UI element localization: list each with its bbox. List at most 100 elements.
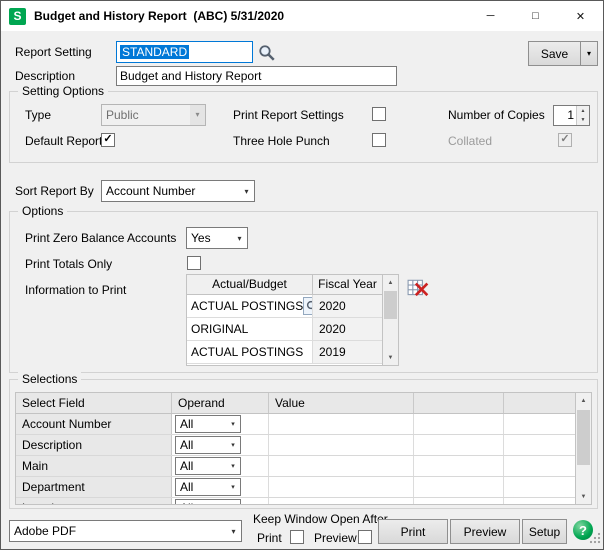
select-field-cell[interactable]: Main — [16, 456, 172, 476]
options-title: Options — [18, 204, 67, 219]
grid-header-row: Actual/Budget Fiscal Year — [187, 275, 382, 295]
extra-cell[interactable] — [504, 435, 575, 455]
column-header[interactable]: Operand — [172, 393, 269, 413]
operand-select[interactable]: All ▾ — [175, 457, 241, 475]
print-button[interactable]: Print — [378, 519, 448, 544]
report-setting-input[interactable]: STANDARD — [116, 41, 253, 63]
maximize-button[interactable]: □ — [513, 1, 558, 31]
number-of-copies-stepper[interactable]: 1 ▲ ▼ — [553, 105, 590, 126]
extra-cell[interactable] — [414, 456, 504, 476]
scroll-down-icon[interactable]: ▼ — [383, 350, 398, 365]
operand-select[interactable]: All ▾ — [175, 436, 241, 454]
extra-cell[interactable] — [504, 498, 575, 504]
extra-cell[interactable] — [414, 498, 504, 504]
table-row[interactable]: Main All ▾ — [16, 456, 575, 477]
select-field-cell[interactable]: Description — [16, 435, 172, 455]
selections-scrollbar[interactable]: ▲ ▼ — [575, 393, 591, 504]
scroll-up-icon[interactable]: ▲ — [383, 275, 398, 290]
save-dropdown-button[interactable]: ▾ — [580, 41, 598, 66]
operand-select[interactable]: All ▾ — [175, 478, 241, 496]
select-field-cell[interactable]: Account Number — [16, 414, 172, 434]
table-row[interactable]: Description All ▾ — [16, 435, 575, 456]
scrollbar-thumb[interactable] — [384, 291, 397, 319]
operand-value: All — [176, 501, 226, 504]
report-setting-label: Report Setting — [15, 45, 92, 60]
minimize-button[interactable]: ─ — [468, 1, 513, 31]
select-field-cell[interactable]: Location — [16, 498, 172, 504]
collated-checkbox: ✓ — [558, 133, 572, 147]
table-row[interactable]: ORIGINAL 2020 — [187, 318, 382, 341]
grid-scrollbar[interactable]: ▲ ▼ — [382, 275, 398, 365]
value-cell[interactable] — [269, 414, 414, 434]
check-icon: ✓ — [103, 134, 112, 145]
resize-grip[interactable] — [589, 532, 601, 547]
description-input[interactable]: Budget and History Report — [116, 66, 397, 86]
operand-select[interactable]: All ▾ — [175, 499, 241, 504]
setup-button[interactable]: Setup — [522, 519, 567, 544]
setting-options-group: Setting Options — [9, 91, 598, 163]
print-zero-balance-select[interactable]: Yes ▾ — [186, 227, 248, 249]
value-cell[interactable] — [269, 498, 414, 504]
fiscal-year-cell[interactable]: 2019 — [313, 341, 382, 363]
actual-budget-cell[interactable]: ORIGINAL — [191, 322, 248, 336]
operand-select[interactable]: All ▾ — [175, 415, 241, 433]
column-header[interactable]: Actual/Budget — [187, 275, 313, 294]
fiscal-year-cell[interactable]: 2020 — [313, 295, 382, 317]
cell-lookup-button[interactable] — [303, 297, 313, 315]
table-row[interactable]: ACTUAL POSTINGS 2020 — [187, 295, 382, 318]
close-button[interactable]: ✕ — [558, 1, 603, 31]
extra-cell[interactable] — [414, 435, 504, 455]
window-title: Budget and History Report (ABC) 5/31/202… — [34, 9, 284, 23]
table-row[interactable]: ACTUAL POSTINGS 2019 — [187, 341, 382, 364]
extra-cell[interactable] — [504, 456, 575, 476]
magnifier-icon — [258, 44, 276, 62]
extra-cell[interactable] — [414, 477, 504, 497]
sort-report-by-select[interactable]: Account Number ▾ — [101, 180, 255, 202]
select-field-cell[interactable]: Department — [16, 477, 172, 497]
value-cell[interactable] — [269, 477, 414, 497]
value-cell[interactable] — [269, 435, 414, 455]
column-header[interactable]: Value — [269, 393, 414, 413]
scroll-up-icon[interactable]: ▲ — [576, 393, 591, 408]
keep-print-checkbox[interactable]: ✓ — [290, 530, 304, 544]
three-hole-punch-label: Three Hole Punch — [233, 134, 330, 149]
number-of-copies-label: Number of Copies — [448, 108, 545, 123]
keep-preview-checkbox[interactable]: ✓ — [358, 530, 372, 544]
printer-select[interactable]: Adobe PDF ▾ — [9, 520, 242, 542]
extra-cell[interactable] — [414, 414, 504, 434]
table-row[interactable]: Department All ▾ — [16, 477, 575, 498]
column-header[interactable]: Fiscal Year — [313, 275, 382, 294]
clear-grid-button[interactable] — [407, 277, 429, 299]
information-to-print-label: Information to Print — [25, 283, 126, 298]
column-header[interactable] — [504, 393, 575, 413]
print-totals-only-checkbox[interactable]: ✓ — [187, 256, 201, 270]
value-cell[interactable] — [269, 456, 414, 476]
default-report-label: Default Report — [25, 134, 102, 149]
extra-cell[interactable] — [504, 477, 575, 497]
three-hole-punch-checkbox[interactable]: ✓ — [372, 133, 386, 147]
report-setting-lookup-button[interactable] — [257, 43, 277, 63]
type-select[interactable]: Public ▾ — [101, 104, 206, 126]
actual-budget-cell[interactable]: ACTUAL POSTINGS — [191, 299, 303, 313]
scrollbar-thumb[interactable] — [577, 410, 590, 465]
titlebar: S Budget and History Report (ABC) 5/31/2… — [1, 1, 603, 31]
save-button[interactable]: Save — [528, 41, 581, 66]
column-header[interactable] — [414, 393, 504, 413]
default-report-checkbox[interactable]: ✓ — [101, 133, 115, 147]
print-report-settings-checkbox[interactable]: ✓ — [372, 107, 386, 121]
spinner-up-icon[interactable]: ▲ — [577, 106, 589, 116]
actual-budget-cell[interactable]: ACTUAL POSTINGS — [191, 345, 303, 359]
window-controls: ─ □ ✕ — [468, 1, 603, 31]
fiscal-year-cell[interactable]: 2020 — [313, 318, 382, 340]
chevron-down-icon: ▾ — [226, 441, 240, 449]
table-row[interactable]: Location All ▾ — [16, 498, 575, 504]
column-header[interactable]: Select Field — [16, 393, 172, 413]
operand-value: All — [176, 438, 226, 452]
spinner-down-icon[interactable]: ▼ — [577, 116, 589, 126]
scroll-down-icon[interactable]: ▼ — [576, 489, 591, 504]
table-row[interactable]: Account Number All ▾ — [16, 414, 575, 435]
chevron-down-icon: ▾ — [232, 234, 247, 243]
report-setting-value: STANDARD — [120, 45, 189, 59]
preview-button[interactable]: Preview — [450, 519, 520, 544]
extra-cell[interactable] — [504, 414, 575, 434]
